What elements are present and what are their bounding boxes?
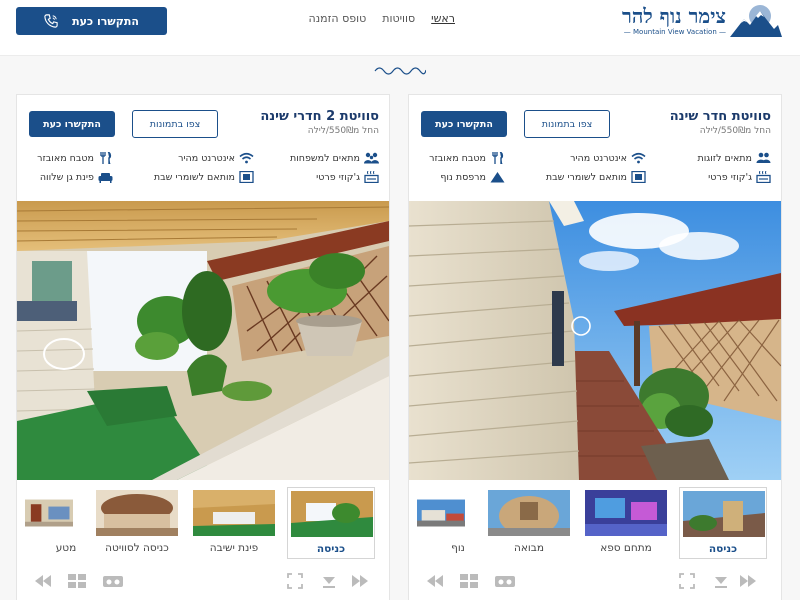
vr-headset-icon xyxy=(495,576,515,587)
suite-title: סוויטת 2 חדרי שינה xyxy=(260,109,379,124)
feature-garden-corner: פינת גן שלווה xyxy=(40,171,113,183)
panorama-viewer[interactable] xyxy=(409,201,781,480)
download-button[interactable] xyxy=(320,573,338,589)
previous-icon xyxy=(427,575,443,587)
wifi-icon xyxy=(631,152,646,164)
fullscreen-button[interactable] xyxy=(678,573,696,589)
feature-kitchen: מטבח מאובזר xyxy=(37,152,113,164)
gallery-grid-button[interactable] xyxy=(67,573,87,589)
fullscreen-icon xyxy=(287,573,303,589)
feature-shabbat: מותאם לשומרי שבת xyxy=(546,171,646,183)
header-call-button[interactable]: התקשרו כעת xyxy=(16,7,167,35)
next-arrow-button[interactable] xyxy=(739,573,757,589)
vr-mode-button[interactable] xyxy=(102,573,124,589)
previous-arrow-button[interactable] xyxy=(34,573,52,589)
suite-title: סוויטת חדר שינה xyxy=(669,109,771,124)
suite-price: החל מ550₪/לילה xyxy=(307,126,379,136)
feature-view-balcony: מרפסת נוף xyxy=(440,171,505,183)
vr-headset-icon xyxy=(103,576,123,587)
decorative-wave-divider xyxy=(374,67,426,75)
feature-families: מתאים למשפחות xyxy=(290,152,379,164)
suite-card-two-bedrooms: סוויטת 2 חדרי שינה החל מ550₪/לילה צפו בת… xyxy=(16,94,390,600)
next-icon xyxy=(352,575,368,587)
thumbnail-entrance-image xyxy=(683,491,765,537)
view-photos-button[interactable]: צפו בתמונות xyxy=(132,110,218,138)
family-icon xyxy=(364,152,379,164)
brand-name: צימר נוף להר xyxy=(622,4,726,28)
next-arrow-button[interactable] xyxy=(351,573,369,589)
previous-arrow-button[interactable] xyxy=(426,573,444,589)
feature-wifi: אינטרנט מהיר xyxy=(178,152,254,164)
thumbnail-suite-entrance-image xyxy=(96,490,178,536)
thumbnail-entrance[interactable]: כניסה xyxy=(287,487,375,559)
utensils-icon xyxy=(492,152,504,164)
panorama-image xyxy=(409,201,781,480)
shabbat-icon xyxy=(239,171,254,183)
main-nav: ראשי סוויטות טופס הזמנה xyxy=(309,12,455,25)
fullscreen-button[interactable] xyxy=(286,573,304,589)
site-header: צימר נוף להר — Mountain View Vacation — … xyxy=(0,0,800,56)
fullscreen-icon xyxy=(679,573,695,589)
sofa-icon xyxy=(98,173,113,183)
grid-icon xyxy=(460,574,478,588)
thumbnail-view-image xyxy=(417,499,465,527)
feature-jacuzzi: ג'קוזי פרטי xyxy=(708,171,771,183)
header-call-label: התקשרו כעת xyxy=(72,14,139,28)
thumbnail-seating-area[interactable]: פינת ישיבה xyxy=(190,487,278,559)
jacuzzi-icon xyxy=(756,171,771,183)
thumbnail-entrance-image xyxy=(291,491,373,537)
thumbnail-orchard-image xyxy=(25,499,73,527)
feature-couples: מתאים לזוגות xyxy=(697,152,771,164)
previous-icon xyxy=(35,575,51,587)
thumbnail-foyer[interactable]: מבואה xyxy=(485,487,573,559)
suite-card-one-bedroom: סוויטת חדר שינה החל מ550₪/לילה צפו בתמונ… xyxy=(408,94,782,600)
brand-tagline: — Mountain View Vacation — xyxy=(623,28,726,36)
download-button[interactable] xyxy=(712,573,730,589)
shabbat-icon xyxy=(631,171,646,183)
thumbnail-strip: כניסה מתחם ספא מבואה נוף xyxy=(409,487,781,565)
thumbnail-spa[interactable]: מתחם ספא xyxy=(582,487,670,559)
thumbnail-suite-entrance[interactable]: כניסה לסוויטה xyxy=(93,487,181,559)
site-logo[interactable]: צימר נוף להר — Mountain View Vacation — xyxy=(617,4,782,40)
panorama-image xyxy=(17,201,389,480)
feature-shabbat: מותאם לשומרי שבת xyxy=(154,171,254,183)
thumbnail-seating-area-image xyxy=(193,490,275,536)
mountain-logo-icon xyxy=(730,5,782,37)
download-icon xyxy=(715,577,727,588)
thumbnail-orchard[interactable]: מטע xyxy=(22,487,84,559)
feature-kitchen: מטבח מאובזר xyxy=(429,152,505,164)
feature-jacuzzi: ג'קוזי פרטי xyxy=(316,171,379,183)
thumbnail-view[interactable]: נוף xyxy=(414,487,476,559)
next-icon xyxy=(740,575,756,587)
thumbnail-strip: כניסה פינת ישיבה כניסה לסוויטה מטע xyxy=(17,487,389,565)
feature-wifi: אינטרנט מהיר xyxy=(570,152,646,164)
wifi-icon xyxy=(239,152,254,164)
thumbnail-entrance[interactable]: כניסה xyxy=(679,487,767,559)
vr-mode-button[interactable] xyxy=(494,573,516,589)
nav-item-suites[interactable]: סוויטות xyxy=(382,12,415,25)
view-photos-button[interactable]: צפו בתמונות xyxy=(524,110,610,138)
utensils-icon xyxy=(100,152,112,164)
panorama-viewer[interactable] xyxy=(17,201,389,480)
thumbnail-foyer-image xyxy=(488,490,570,536)
couple-icon xyxy=(756,152,771,163)
jacuzzi-icon xyxy=(364,171,379,183)
download-icon xyxy=(323,577,335,588)
thumbnail-spa-image xyxy=(585,490,667,536)
call-now-button[interactable]: התקשרו כעת xyxy=(29,111,115,137)
mountain-icon xyxy=(490,172,505,183)
call-now-button[interactable]: התקשרו כעת xyxy=(421,111,507,137)
nav-item-home[interactable]: ראשי xyxy=(431,12,455,25)
phone-icon xyxy=(44,14,58,28)
gallery-grid-button[interactable] xyxy=(459,573,479,589)
grid-icon xyxy=(68,574,86,588)
suite-price: החל מ550₪/לילה xyxy=(699,126,771,136)
nav-item-booking-form[interactable]: טופס הזמנה xyxy=(309,12,367,25)
